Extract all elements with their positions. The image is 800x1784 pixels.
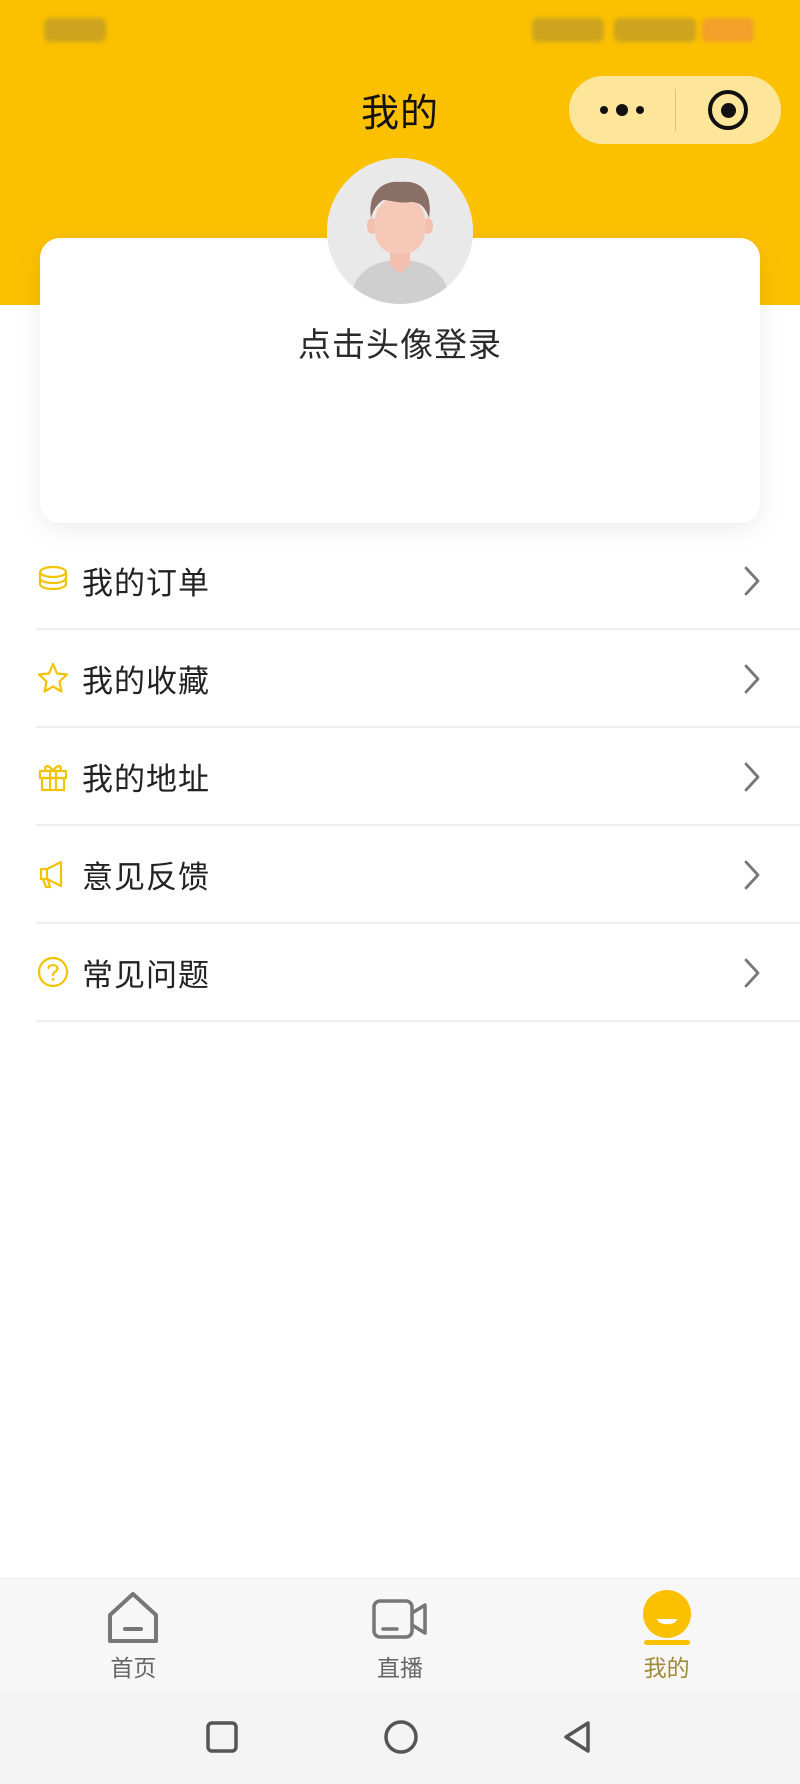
profile-face-icon xyxy=(642,1590,691,1645)
video-camera-icon xyxy=(372,1599,427,1639)
tab-bar: 首页 直播 我的 xyxy=(0,1578,800,1690)
question-icon xyxy=(36,955,70,989)
tab-home[interactable]: 首页 xyxy=(0,1579,267,1690)
recent-apps-button[interactable] xyxy=(197,1712,247,1762)
tab-mine[interactable]: 我的 xyxy=(533,1579,800,1690)
system-navigation-bar xyxy=(0,1690,800,1784)
chevron-right-icon xyxy=(744,860,760,890)
more-button[interactable] xyxy=(569,76,675,144)
circle-icon xyxy=(384,1720,418,1754)
back-triangle-icon xyxy=(564,1721,590,1753)
home-icon xyxy=(108,1592,159,1643)
menu-label-favorites: 我的收藏 xyxy=(82,663,210,700)
target-circle-icon xyxy=(708,90,749,130)
tab-label-mine: 我的 xyxy=(643,1656,690,1682)
star-icon xyxy=(36,661,70,695)
chevron-right-icon xyxy=(744,762,760,792)
status-bar xyxy=(0,0,800,60)
back-button[interactable] xyxy=(552,1712,602,1762)
chevron-right-icon xyxy=(744,664,760,694)
menu-item-faq[interactable]: 常见问题 xyxy=(36,924,800,1022)
avatar[interactable] xyxy=(327,158,473,304)
status-time-blurred xyxy=(44,18,106,42)
square-icon xyxy=(206,1721,238,1753)
menu-item-feedback[interactable]: 意见反馈 xyxy=(36,826,800,924)
chevron-right-icon xyxy=(744,958,760,988)
chevron-right-icon xyxy=(744,566,760,596)
tab-live[interactable]: 直播 xyxy=(267,1579,534,1690)
home-button[interactable] xyxy=(376,1712,426,1762)
menu-item-favorites[interactable]: 我的收藏 xyxy=(36,630,800,728)
status-network-blurred xyxy=(614,18,696,42)
close-miniprogram-button[interactable] xyxy=(676,76,782,144)
default-avatar-icon xyxy=(327,158,473,304)
gift-icon xyxy=(36,759,70,793)
login-prompt[interactable]: 点击头像登录 xyxy=(0,318,800,366)
miniprogram-capsule xyxy=(569,76,781,144)
coin-stack-icon xyxy=(36,563,70,597)
menu-label-orders: 我的订单 xyxy=(82,565,210,602)
tab-label-live: 直播 xyxy=(377,1656,423,1682)
menu-label-address: 我的地址 xyxy=(82,761,210,798)
tab-label-home: 首页 xyxy=(110,1656,157,1682)
menu-list: 我的订单 我的收藏 我的地址 意见反馈 常见问题 xyxy=(36,532,800,1022)
more-dots-icon xyxy=(599,104,644,116)
menu-item-address[interactable]: 我的地址 xyxy=(36,728,800,826)
menu-label-faq: 常见问题 xyxy=(82,957,210,994)
battery-icon xyxy=(702,18,754,42)
menu-label-feedback: 意见反馈 xyxy=(82,859,210,896)
megaphone-icon xyxy=(36,857,70,891)
menu-item-orders[interactable]: 我的订单 xyxy=(36,532,800,630)
status-signal-blurred xyxy=(532,18,604,42)
